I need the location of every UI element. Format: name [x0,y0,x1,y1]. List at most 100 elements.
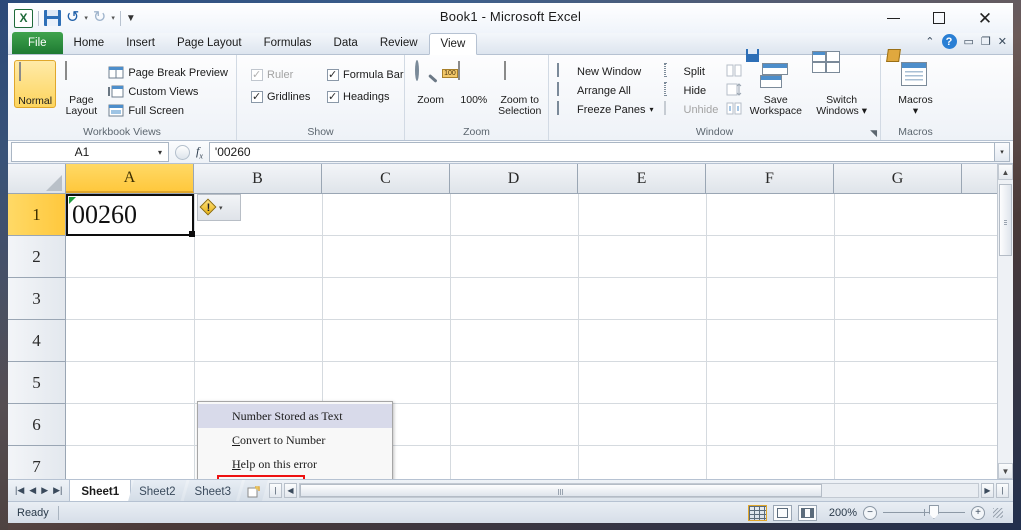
ribbon-tab-bar[interactable]: File Home Insert Page Layout Formulas Da… [8,33,1013,55]
arrange-all-button[interactable]: Arrange All [555,82,656,99]
normal-view-status-icon[interactable] [748,505,767,521]
zoom-to-selection-button[interactable]: Zoom to Selection [497,60,542,117]
split-button[interactable]: Split [662,63,721,80]
hscroll-first-icon[interactable]: | [269,483,282,498]
row-header-3[interactable]: 3 [8,278,65,320]
tab-formulas[interactable]: Formulas [253,32,323,54]
tab-data[interactable]: Data [323,32,369,54]
freeze-panes-dropdown-icon[interactable]: ▾ [649,105,653,114]
zoom-level-label[interactable]: 200% [823,507,857,519]
formula-bar-checkbox-item[interactable]: Formula Bar [325,68,413,82]
row-header-5[interactable]: 5 [8,362,65,404]
formula-bar-tools[interactable]: fx [169,141,209,163]
menu-item-convert-to-number[interactable]: Convert to Number [198,428,392,452]
scroll-up-button[interactable]: ▲ [998,164,1013,180]
hide-button[interactable]: Hide [662,82,721,99]
page-layout-view-status-icon[interactable] [773,505,792,521]
zoom-in-button[interactable]: + [971,506,985,520]
normal-view-button[interactable]: Normal [14,60,56,108]
vertical-scroll-thumb[interactable] [999,184,1012,256]
first-sheet-icon[interactable]: |◀ [15,485,24,496]
tab-insert[interactable]: Insert [115,32,166,54]
tab-review[interactable]: Review [369,32,429,54]
workbook-minimize-icon[interactable]: ▭ [964,35,974,48]
row-header-6[interactable]: 6 [8,404,65,446]
expand-formula-bar-icon[interactable]: ▾ [994,142,1010,162]
hscroll-right-icon[interactable]: ▶ [981,483,994,498]
formula-input[interactable]: '00260 [209,142,994,162]
window-dialog-launcher-icon[interactable]: ◥ [870,128,877,139]
column-header-d[interactable]: D [450,164,578,193]
zoom-100-button[interactable]: 100% [454,60,493,106]
prev-sheet-icon[interactable]: ◀ [29,485,36,496]
headings-checkbox-item[interactable]: Headings [325,90,413,104]
macros-button[interactable]: Macros ▾ [887,60,944,117]
column-header-b[interactable]: B [194,164,322,193]
sheet-tab-sheet2[interactable]: Sheet2 [128,480,186,501]
unhide-button[interactable]: Unhide [662,101,721,118]
tab-view[interactable]: View [429,33,478,55]
hscroll-left-icon[interactable]: ◀ [284,483,297,498]
column-header-g[interactable]: G [834,164,962,193]
ruler-checkbox[interactable] [251,69,263,81]
collapse-ribbon-icon[interactable]: ⌃ [925,35,934,48]
error-checking-smart-tag[interactable]: ! ▾ [197,194,241,221]
ruler-checkbox-item[interactable]: Ruler [249,68,325,82]
maximize-button[interactable] [917,5,961,31]
freeze-panes-button[interactable]: Freeze Panes ▾ [555,101,656,118]
page-break-preview-button[interactable]: Page Break Preview [106,64,230,81]
column-header-e[interactable]: E [578,164,706,193]
switch-windows-button[interactable]: Switch Windows ▾ [809,60,874,117]
sheet-tab-sheet3[interactable]: Sheet3 [184,480,242,501]
error-context-menu[interactable]: Number Stored as Text Convert to Number … [197,401,393,479]
menu-item-help-on-this-error[interactable]: Help on this error [198,452,392,476]
name-box-dropdown-icon[interactable]: ▾ [152,148,168,157]
close-button[interactable]: ✕ [963,5,1007,31]
tab-page-layout[interactable]: Page Layout [166,32,253,54]
cell-a1[interactable]: 00260 [66,194,194,236]
ribbon-right-controls[interactable]: ⌃ ? ▭ ❐ ✕ [925,34,1007,49]
column-header-f[interactable]: F [706,164,834,193]
status-right-cluster[interactable]: 200% − + [748,505,1013,521]
scroll-down-button[interactable]: ▼ [998,463,1013,479]
reset-window-position-icon[interactable] [726,102,742,118]
hscroll-track[interactable] [299,483,979,498]
insert-worksheet-icon[interactable] [239,480,268,501]
horizontal-scrollbar[interactable]: | ◀ ▶ | [265,480,1013,501]
hscroll-last-icon[interactable]: | [996,483,1009,498]
smart-tag-dropdown-icon[interactable]: ▾ [219,204,223,212]
cancel-enter-icon[interactable] [175,145,190,160]
column-header-a[interactable]: A [66,164,194,193]
zoom-button[interactable]: Zoom [411,60,450,106]
horizontal-scroll-thumb[interactable] [300,484,822,497]
save-workspace-button[interactable]: Save Workspace [744,60,807,117]
resize-grip-icon[interactable] [993,508,1003,518]
minimize-button[interactable] [871,5,915,31]
zoom-slider-handle[interactable] [929,505,939,519]
page-break-preview-status-icon[interactable] [798,505,817,521]
window-controls[interactable]: ✕ [871,3,1007,33]
next-sheet-icon[interactable]: ▶ [41,485,48,496]
name-box[interactable]: A1 ▾ [11,142,169,162]
sheet-tab-sheet1[interactable]: Sheet1 [69,480,131,501]
zoom-slider-track[interactable] [883,512,965,513]
row-header-2[interactable]: 2 [8,236,65,278]
insert-function-icon[interactable]: fx [196,144,203,160]
select-all-corner[interactable] [8,164,66,193]
tab-file[interactable]: File [12,32,63,54]
workbook-close-icon[interactable]: ✕ [998,35,1007,48]
gridlines-checkbox-item[interactable]: Gridlines [249,90,325,104]
new-window-button[interactable]: New Window [555,63,656,80]
row-header-4[interactable]: 4 [8,320,65,362]
row-header-1[interactable]: 1 [8,194,65,236]
page-layout-view-button[interactable]: Page Layout [60,60,102,117]
custom-views-button[interactable]: Custom Views [106,83,230,100]
synchronous-scrolling-icon[interactable] [726,83,742,99]
last-sheet-icon[interactable]: ▶| [53,485,62,496]
zoom-out-button[interactable]: − [863,506,877,520]
headings-checkbox[interactable] [327,91,339,103]
formula-bar-checkbox[interactable] [327,69,339,81]
gridlines-checkbox[interactable] [251,91,263,103]
view-side-by-side-icon[interactable] [726,64,742,80]
full-screen-button[interactable]: Full Screen [106,102,230,119]
